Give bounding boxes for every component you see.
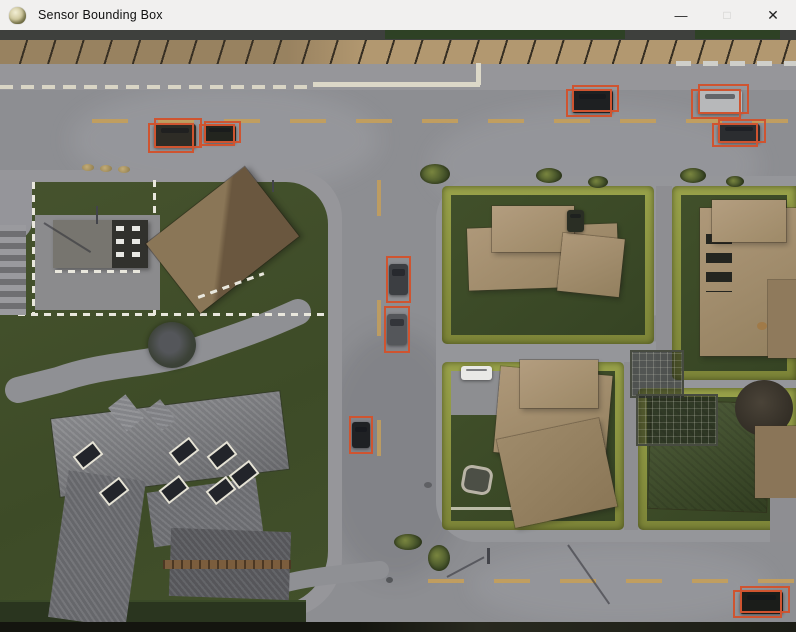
vehicle-car-6 [386, 256, 411, 303]
bounding-box-3d [698, 84, 749, 114]
bounding-box-3d [204, 121, 241, 143]
bounding-box-3d [740, 586, 790, 613]
vehicle-car-3 [566, 85, 619, 118]
bounding-box-3d [718, 119, 766, 143]
sensor-view-canvas [0, 30, 796, 632]
vehicle-car-1 [148, 118, 202, 154]
vehicle-car-2 [199, 121, 241, 147]
vehicle-body [567, 210, 585, 232]
vehicle-car-9 [733, 586, 790, 619]
vehicle-body [461, 366, 492, 380]
vehicle-car-8 [349, 416, 373, 454]
title-bar[interactable]: Sensor Bounding Box — □ ✕ [0, 0, 796, 30]
vehicle-car-4 [691, 84, 749, 120]
vehicle-van-1 [456, 363, 497, 383]
app-icon [9, 7, 26, 24]
vehicle-truck-1 [564, 205, 587, 237]
vehicle-car-7 [384, 306, 410, 353]
window-title: Sensor Bounding Box [38, 8, 163, 22]
vehicle-car-5 [712, 119, 766, 148]
app-window: Sensor Bounding Box — □ ✕ [0, 0, 796, 632]
close-button[interactable]: ✕ [750, 0, 796, 30]
bounding-box [386, 256, 411, 303]
bounding-box-3d [154, 118, 202, 148]
window-controls: — □ ✕ [658, 0, 796, 30]
bounding-box [384, 306, 410, 353]
bounding-box-3d [572, 85, 619, 112]
bounding-box [349, 416, 373, 454]
minimize-button[interactable]: — [658, 0, 704, 30]
maximize-button[interactable]: □ [704, 0, 750, 30]
annotation-layer [0, 30, 796, 632]
